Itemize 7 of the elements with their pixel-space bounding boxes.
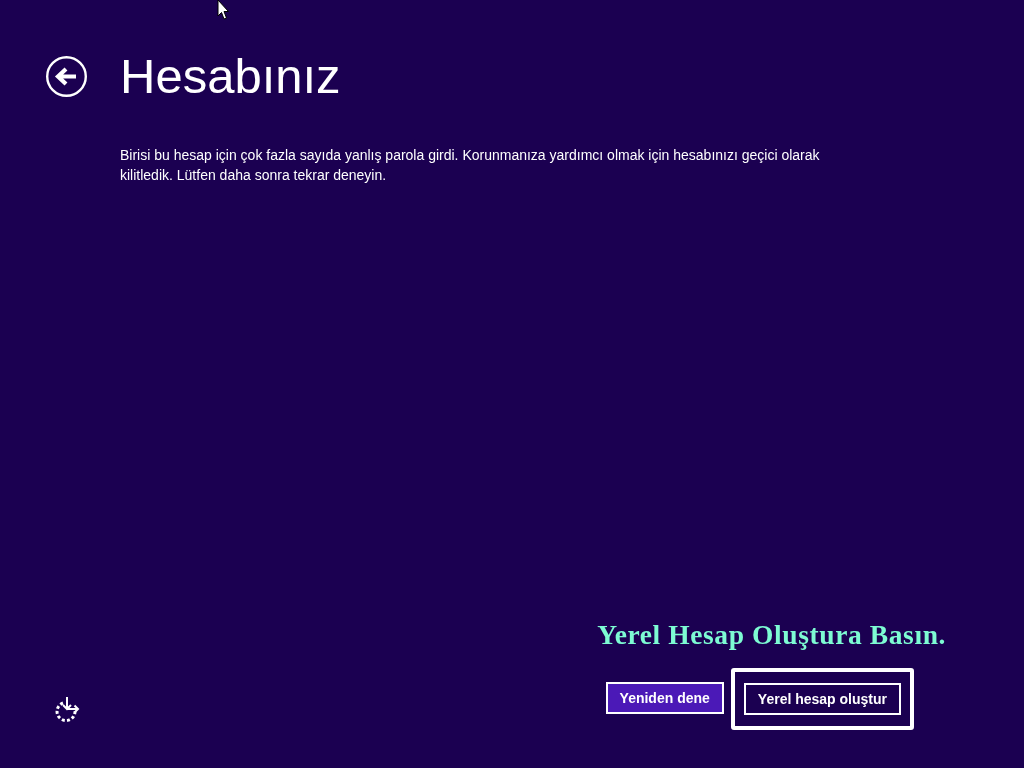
retry-button[interactable]: Yeniden dene	[605, 682, 724, 714]
page-title: Hesabınız	[120, 52, 341, 101]
mouse-pointer-icon	[217, 0, 229, 20]
create-local-account-button[interactable]: Yerel hesap oluştur	[743, 683, 901, 715]
ease-of-access-icon[interactable]	[54, 697, 81, 722]
lockout-message: Birisi bu hesap için çok fazla sayıda yanlış parola girdi. Korunmanıza yardımcı olmak için hesabınızı geçici olarak kilitledik. Lütfen daha sonra tekrar deneyin.	[120, 146, 821, 185]
instruction-annotation: Yerel Hesap Oluştura Basın.	[597, 620, 946, 648]
